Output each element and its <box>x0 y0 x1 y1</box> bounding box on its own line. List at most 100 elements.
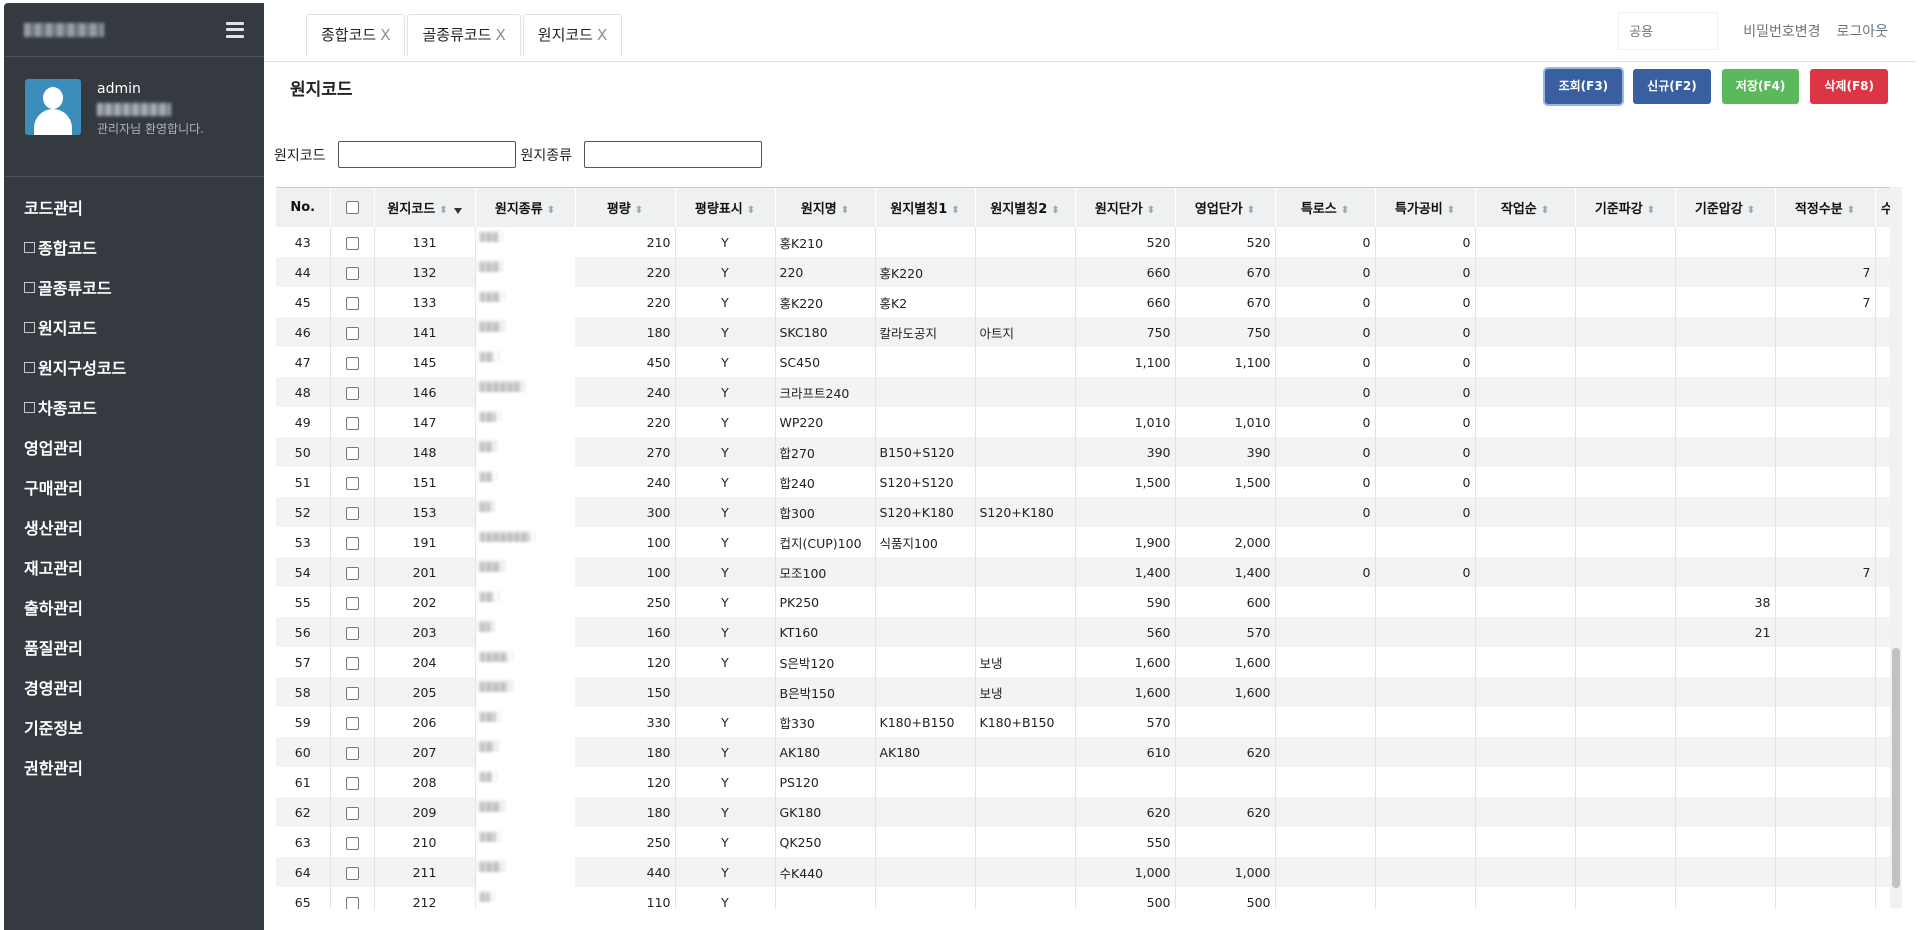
table-cell[interactable] <box>1775 527 1876 557</box>
table-cell[interactable] <box>1475 677 1576 707</box>
table-cell[interactable] <box>1475 887 1576 909</box>
sort-icon[interactable]: ⬍ <box>1341 205 1349 216</box>
column-header[interactable]: 원지별칭2 ⬍ <box>975 188 1076 227</box>
table-cell[interactable]: 43 <box>276 227 331 257</box>
table-cell[interactable] <box>475 859 505 872</box>
table-cell[interactable]: 0 <box>1375 347 1476 377</box>
table-cell[interactable]: 150 <box>575 677 676 707</box>
table-cell[interactable]: Y <box>675 857 776 887</box>
table-cell[interactable] <box>975 227 1076 257</box>
grid-scrollbar[interactable] <box>1890 187 1902 908</box>
table-cell[interactable]: 홍K220 <box>875 257 976 287</box>
table-cell[interactable]: 0 <box>1275 437 1376 467</box>
table-cell[interactable]: 147 <box>374 407 476 437</box>
table-cell[interactable] <box>1575 857 1676 887</box>
table-cell[interactable] <box>475 379 525 392</box>
table-cell[interactable] <box>1675 317 1776 347</box>
table-cell[interactable] <box>1575 377 1676 407</box>
table-cell[interactable] <box>475 499 495 512</box>
table-cell[interactable] <box>875 557 976 587</box>
table-row[interactable]: 65 212 110 Y 500 500 <box>276 887 1899 909</box>
table-cell[interactable]: 46 <box>276 317 331 347</box>
column-header[interactable]: 기준파강 ⬍ <box>1575 188 1676 227</box>
table-cell[interactable] <box>975 467 1076 497</box>
table-cell[interactable] <box>1775 317 1876 347</box>
table-cell[interactable]: 컵지(CUP)100 <box>775 527 876 557</box>
table-row[interactable]: 49 147 220 Y WP220 1,010 1,010 0 0 <box>276 407 1899 437</box>
sort-icon[interactable]: ⬍ <box>439 205 447 216</box>
table-cell[interactable]: 49 <box>276 407 331 437</box>
table-cell[interactable]: 21 <box>1675 617 1776 647</box>
sort-icon[interactable]: ⬍ <box>1247 205 1255 216</box>
table-cell[interactable]: 570 <box>1175 617 1276 647</box>
table-cell[interactable] <box>1775 707 1876 737</box>
table-cell[interactable] <box>1575 677 1676 707</box>
table-cell[interactable]: 750 <box>1075 317 1176 347</box>
table-cell[interactable] <box>1275 857 1376 887</box>
table-cell[interactable]: Y <box>675 707 776 737</box>
table-cell[interactable] <box>975 407 1076 437</box>
table-cell[interactable] <box>1575 437 1676 467</box>
table-cell[interactable]: 2,000 <box>1175 527 1276 557</box>
table-row[interactable]: 50 148 270 Y 합270 B150+S120 390 390 0 0 <box>276 437 1899 467</box>
table-cell[interactable] <box>1375 737 1476 767</box>
table-cell[interactable] <box>1175 707 1276 737</box>
table-cell[interactable] <box>1675 227 1776 257</box>
sort-icon[interactable]: ⬍ <box>1647 205 1655 216</box>
table-cell[interactable]: 보냉 <box>975 677 1076 707</box>
table-cell[interactable] <box>1675 257 1776 287</box>
table-cell[interactable]: 220 <box>575 287 676 317</box>
table-cell[interactable]: 1,000 <box>1075 857 1176 887</box>
table-row[interactable]: 52 153 300 Y 합300 S120+K180 S120+K180 0 0 <box>276 497 1899 527</box>
table-cell[interactable]: 250 <box>575 587 676 617</box>
table-cell[interactable]: AK180 <box>875 737 976 767</box>
table-cell[interactable] <box>330 527 375 557</box>
table-cell[interactable]: S은박120 <box>775 647 876 677</box>
table-cell[interactable] <box>1275 827 1376 857</box>
table-cell[interactable] <box>1675 737 1776 767</box>
table-row[interactable]: 64 211 440 Y 수K440 1,000 1,000 <box>276 857 1899 887</box>
table-cell[interactable]: 500 <box>1075 887 1176 909</box>
table-cell[interactable]: Y <box>675 647 776 677</box>
column-header[interactable]: 기준압강 ⬍ <box>1675 188 1776 227</box>
table-cell[interactable] <box>1475 767 1576 797</box>
table-cell[interactable] <box>475 709 501 722</box>
sort-icon[interactable]: ⬍ <box>1051 205 1059 216</box>
table-cell[interactable] <box>1575 767 1676 797</box>
hamburger-menu-icon[interactable] <box>226 21 244 38</box>
table-cell[interactable]: Y <box>675 527 776 557</box>
row-checkbox[interactable] <box>345 716 359 730</box>
table-cell[interactable]: 1,600 <box>1075 647 1176 677</box>
row-checkbox[interactable] <box>345 626 359 640</box>
tab-2[interactable]: 원지코드 X <box>522 14 623 56</box>
table-cell[interactable]: 330 <box>575 707 676 737</box>
table-cell[interactable] <box>330 467 375 497</box>
table-cell[interactable]: 1,100 <box>1075 347 1176 377</box>
table-cell[interactable] <box>1475 407 1576 437</box>
table-cell[interactable]: 220 <box>575 257 676 287</box>
table-cell[interactable] <box>1575 557 1676 587</box>
table-cell[interactable]: K180+B150 <box>875 707 976 737</box>
table-cell[interactable] <box>475 259 503 272</box>
table-cell[interactable]: 1,600 <box>1175 677 1276 707</box>
table-cell[interactable]: 0 <box>1375 257 1476 287</box>
table-cell[interactable] <box>1675 827 1776 857</box>
table-row[interactable]: 61 208 120 Y PS120 <box>276 767 1899 797</box>
table-cell[interactable] <box>1175 827 1276 857</box>
row-checkbox[interactable] <box>345 806 359 820</box>
sort-icon[interactable]: ⬍ <box>1847 205 1855 216</box>
table-cell[interactable] <box>1575 617 1676 647</box>
table-cell[interactable] <box>775 887 876 909</box>
table-cell[interactable]: 1,010 <box>1075 407 1176 437</box>
table-cell[interactable] <box>1075 767 1176 797</box>
table-cell[interactable]: 52 <box>276 497 331 527</box>
table-cell[interactable]: 202 <box>374 587 476 617</box>
table-cell[interactable] <box>1275 767 1376 797</box>
table-cell[interactable]: 600 <box>1175 587 1276 617</box>
table-cell[interactable]: 450 <box>575 347 676 377</box>
table-cell[interactable]: 240 <box>575 377 676 407</box>
table-cell[interactable] <box>330 227 375 257</box>
table-cell[interactable]: 240 <box>575 467 676 497</box>
row-checkbox[interactable] <box>345 446 359 460</box>
sort-icon[interactable]: ⬍ <box>951 205 959 216</box>
